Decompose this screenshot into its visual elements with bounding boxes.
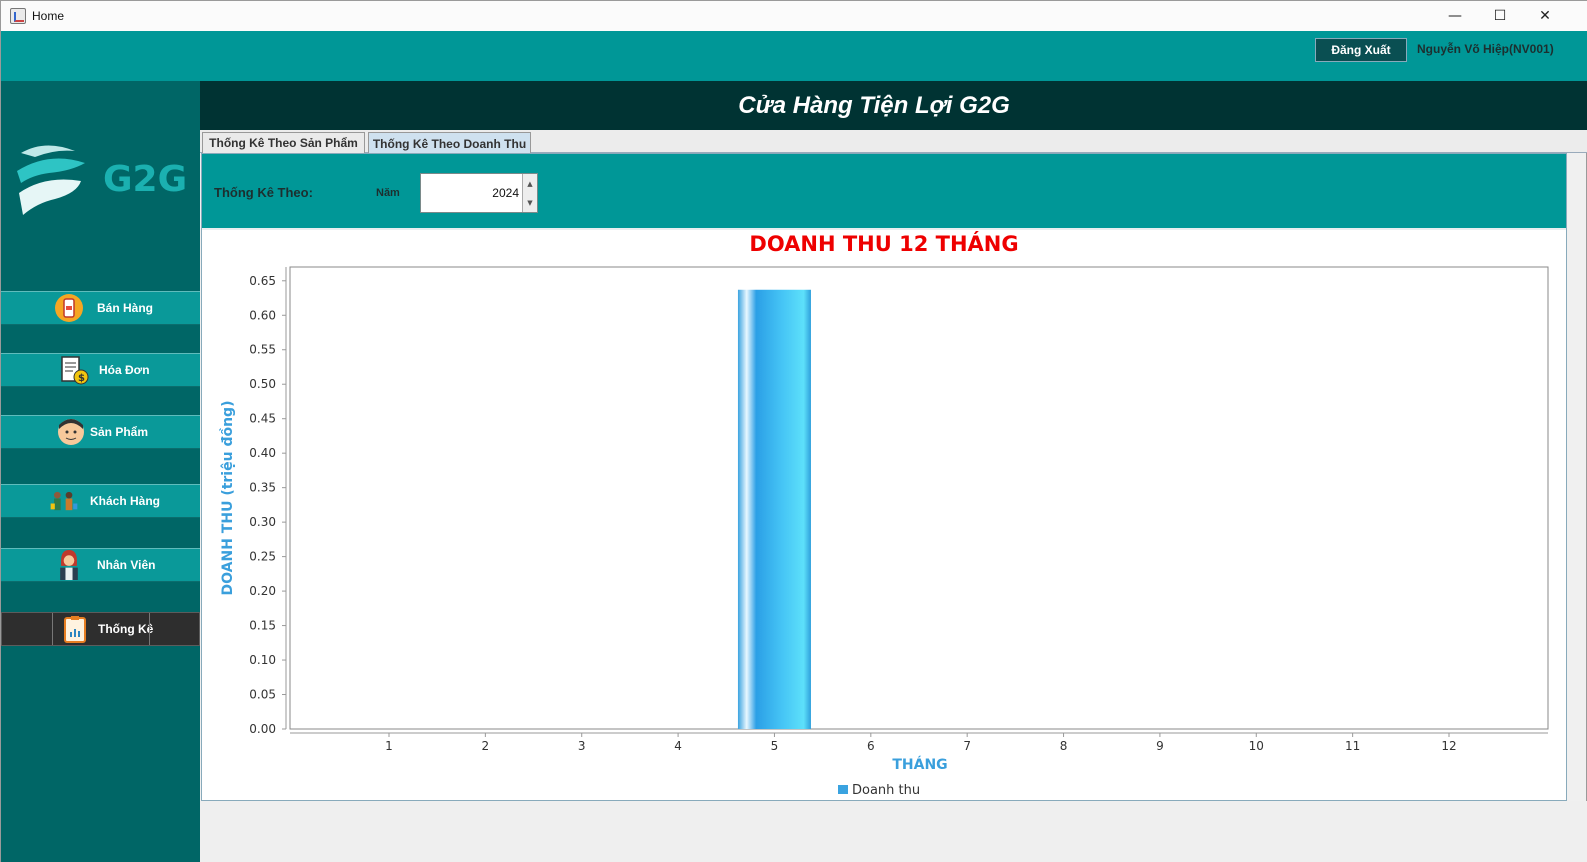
sidebar-item-hoa-don[interactable]: $ Hóa Đơn <box>1 353 200 387</box>
tab-thong-ke-san-pham[interactable]: Thống Kê Theo Sản Phẩm <box>202 132 365 153</box>
nav-divider <box>149 613 150 645</box>
close-button[interactable]: ✕ <box>1522 1 1568 31</box>
invoice-dollar-icon: $ <box>61 356 89 385</box>
user-name: Nguyễn Võ Hiệp(NV001) <box>1417 42 1554 56</box>
sidebar-item-label: Thống Kê <box>98 622 154 636</box>
sidebar-item-label: Khách Hàng <box>90 494 161 508</box>
sidebar-item-label: Nhân Viên <box>97 558 156 572</box>
x-tick-label: 3 <box>578 739 586 753</box>
logout-button[interactable]: Đăng Xuất <box>1315 38 1407 62</box>
phone-cart-icon <box>55 294 83 322</box>
x-tick-label: 1 <box>385 739 393 753</box>
spinner-up-button[interactable]: ▲ <box>522 174 537 193</box>
spinner-down-button[interactable]: ▼ <box>522 193 537 212</box>
tab-bar: Thống Kê Theo Sản Phẩm Thống Kê Theo Doa… <box>200 130 1587 154</box>
top-header-band: Đăng Xuất Nguyễn Võ Hiệp(NV001) <box>1 31 1587 81</box>
x-tick-label: 10 <box>1249 739 1264 753</box>
x-tick-label: 7 <box>963 739 971 753</box>
x-tick-label: 5 <box>771 739 779 753</box>
plot-area <box>289 266 1549 730</box>
bar-month-5[interactable] <box>737 289 811 729</box>
svg-text:$: $ <box>78 373 85 384</box>
legend-label: Doanh thu <box>852 783 920 798</box>
sidebar-item-thong-ke[interactable]: Thống Kê <box>1 612 200 646</box>
tab-thong-ke-doanh-thu[interactable]: Thống Kê Theo Doanh Thu <box>368 132 531 154</box>
sidebar: G2G Bán Hàng $ Hóa Đơn Sản Phẩm Khách Hà <box>1 81 200 862</box>
year-value[interactable]: 2024 <box>492 186 519 200</box>
minimize-icon: — <box>1448 8 1462 24</box>
x-axis-label: THÁNG <box>892 756 947 773</box>
sidebar-item-label: Sản Phẩm <box>90 425 149 439</box>
sidebar-item-label: Hóa Đơn <box>99 363 150 377</box>
employee-icon <box>60 550 78 580</box>
tab-content: Thống Kê Theo: Năm 2024 ▲ ▼ DOANH THU 12… <box>201 153 1567 801</box>
close-icon: ✕ <box>1539 8 1551 24</box>
application-window: Home — ☐ ✕ Đăng Xuất Nguyễn Võ Hiệp(NV00… <box>0 0 1587 862</box>
x-tick-label: 2 <box>482 739 490 753</box>
legend-swatch <box>838 785 848 794</box>
y-tick-label: 0.55 <box>249 343 276 357</box>
x-tick-label: 8 <box>1060 739 1068 753</box>
sidebar-item-label: Bán Hàng <box>97 301 154 315</box>
bottom-panel <box>200 801 1587 862</box>
sidebar-item-nhan-vien[interactable]: Nhân Viên <box>1 548 200 582</box>
x-tick-label: 6 <box>867 739 875 753</box>
store-title: Cửa Hàng Tiện Lợi G2G <box>738 91 1010 119</box>
maximize-button[interactable]: ☐ <box>1477 1 1523 31</box>
y-tick-label: 0.60 <box>249 308 276 322</box>
y-tick-label: 0.15 <box>249 619 276 633</box>
y-axis-label: DOANH THU (triệu đồng) <box>219 401 236 596</box>
x-tick-label: 4 <box>674 739 682 753</box>
filter-panel: Thống Kê Theo: Năm 2024 ▲ ▼ <box>202 154 1566 230</box>
customers-icon <box>50 491 78 511</box>
y-tick-label: 0.00 <box>249 722 276 736</box>
bars <box>737 289 811 729</box>
y-tick-label: 0.20 <box>249 584 276 598</box>
chart-title: DOANH THU 12 THÁNG <box>749 231 1018 256</box>
x-ticks: 1 2 3 4 5 6 7 8 9 10 11 12 <box>385 733 1457 753</box>
g2g-logo: G2G <box>17 145 187 215</box>
y-tick-label: 0.35 <box>249 481 276 495</box>
sidebar-item-khach-hang[interactable]: Khách Hàng <box>1 484 200 518</box>
sidebar-item-ban-hang[interactable]: Bán Hàng <box>1 291 200 325</box>
year-label: Năm <box>376 187 400 199</box>
title-bar: Home — ☐ ✕ <box>1 1 1587 31</box>
x-tick-label: 11 <box>1345 739 1360 753</box>
product-face-icon <box>58 419 84 445</box>
x-tick-label: 9 <box>1156 739 1164 753</box>
window-title: Home <box>32 9 65 23</box>
year-spinner[interactable]: 2024 ▲ ▼ <box>420 173 538 213</box>
sidebar-item-san-pham[interactable]: Sản Phẩm <box>1 415 200 449</box>
revenue-chart: DOANH THU 12 THÁNG 0.00 0.05 0.10 0.15 0.20 0… <box>202 230 1566 800</box>
x-tick-label: 12 <box>1441 739 1456 753</box>
y-tick-label: 0.05 <box>249 688 276 702</box>
y-ticks: 0.00 0.05 0.10 0.15 0.20 0.25 0.30 0.35 0.40 0.45… <box>249 274 286 736</box>
revenue-chart-svg: DOANH THU 12 THÁNG 0.000.050.100.150.200… <box>219 231 1549 798</box>
y-tick-label: 0.65 <box>249 274 276 288</box>
y-tick-label: 0.10 <box>249 653 276 667</box>
logo-waves-icon <box>17 145 85 215</box>
arrow-up-icon: ▲ <box>527 179 533 188</box>
y-tick-label: 0.25 <box>249 550 276 564</box>
filter-label: Thống Kê Theo: <box>214 185 313 200</box>
y-tick-label: 0.50 <box>249 377 276 391</box>
statistics-clipboard-icon <box>64 616 86 643</box>
arrow-down-icon: ▼ <box>527 198 533 207</box>
maximize-icon: ☐ <box>1493 8 1507 24</box>
java-app-icon <box>10 8 26 24</box>
minimize-button[interactable]: — <box>1432 1 1478 31</box>
y-tick-label: 0.45 <box>249 412 276 426</box>
y-tick-label: 0.30 <box>249 515 276 529</box>
logo-text: G2G <box>103 159 187 200</box>
y-tick-label: 0.40 <box>249 446 276 460</box>
nav-divider <box>52 613 53 645</box>
store-header: Cửa Hàng Tiện Lợi G2G <box>200 81 1587 130</box>
